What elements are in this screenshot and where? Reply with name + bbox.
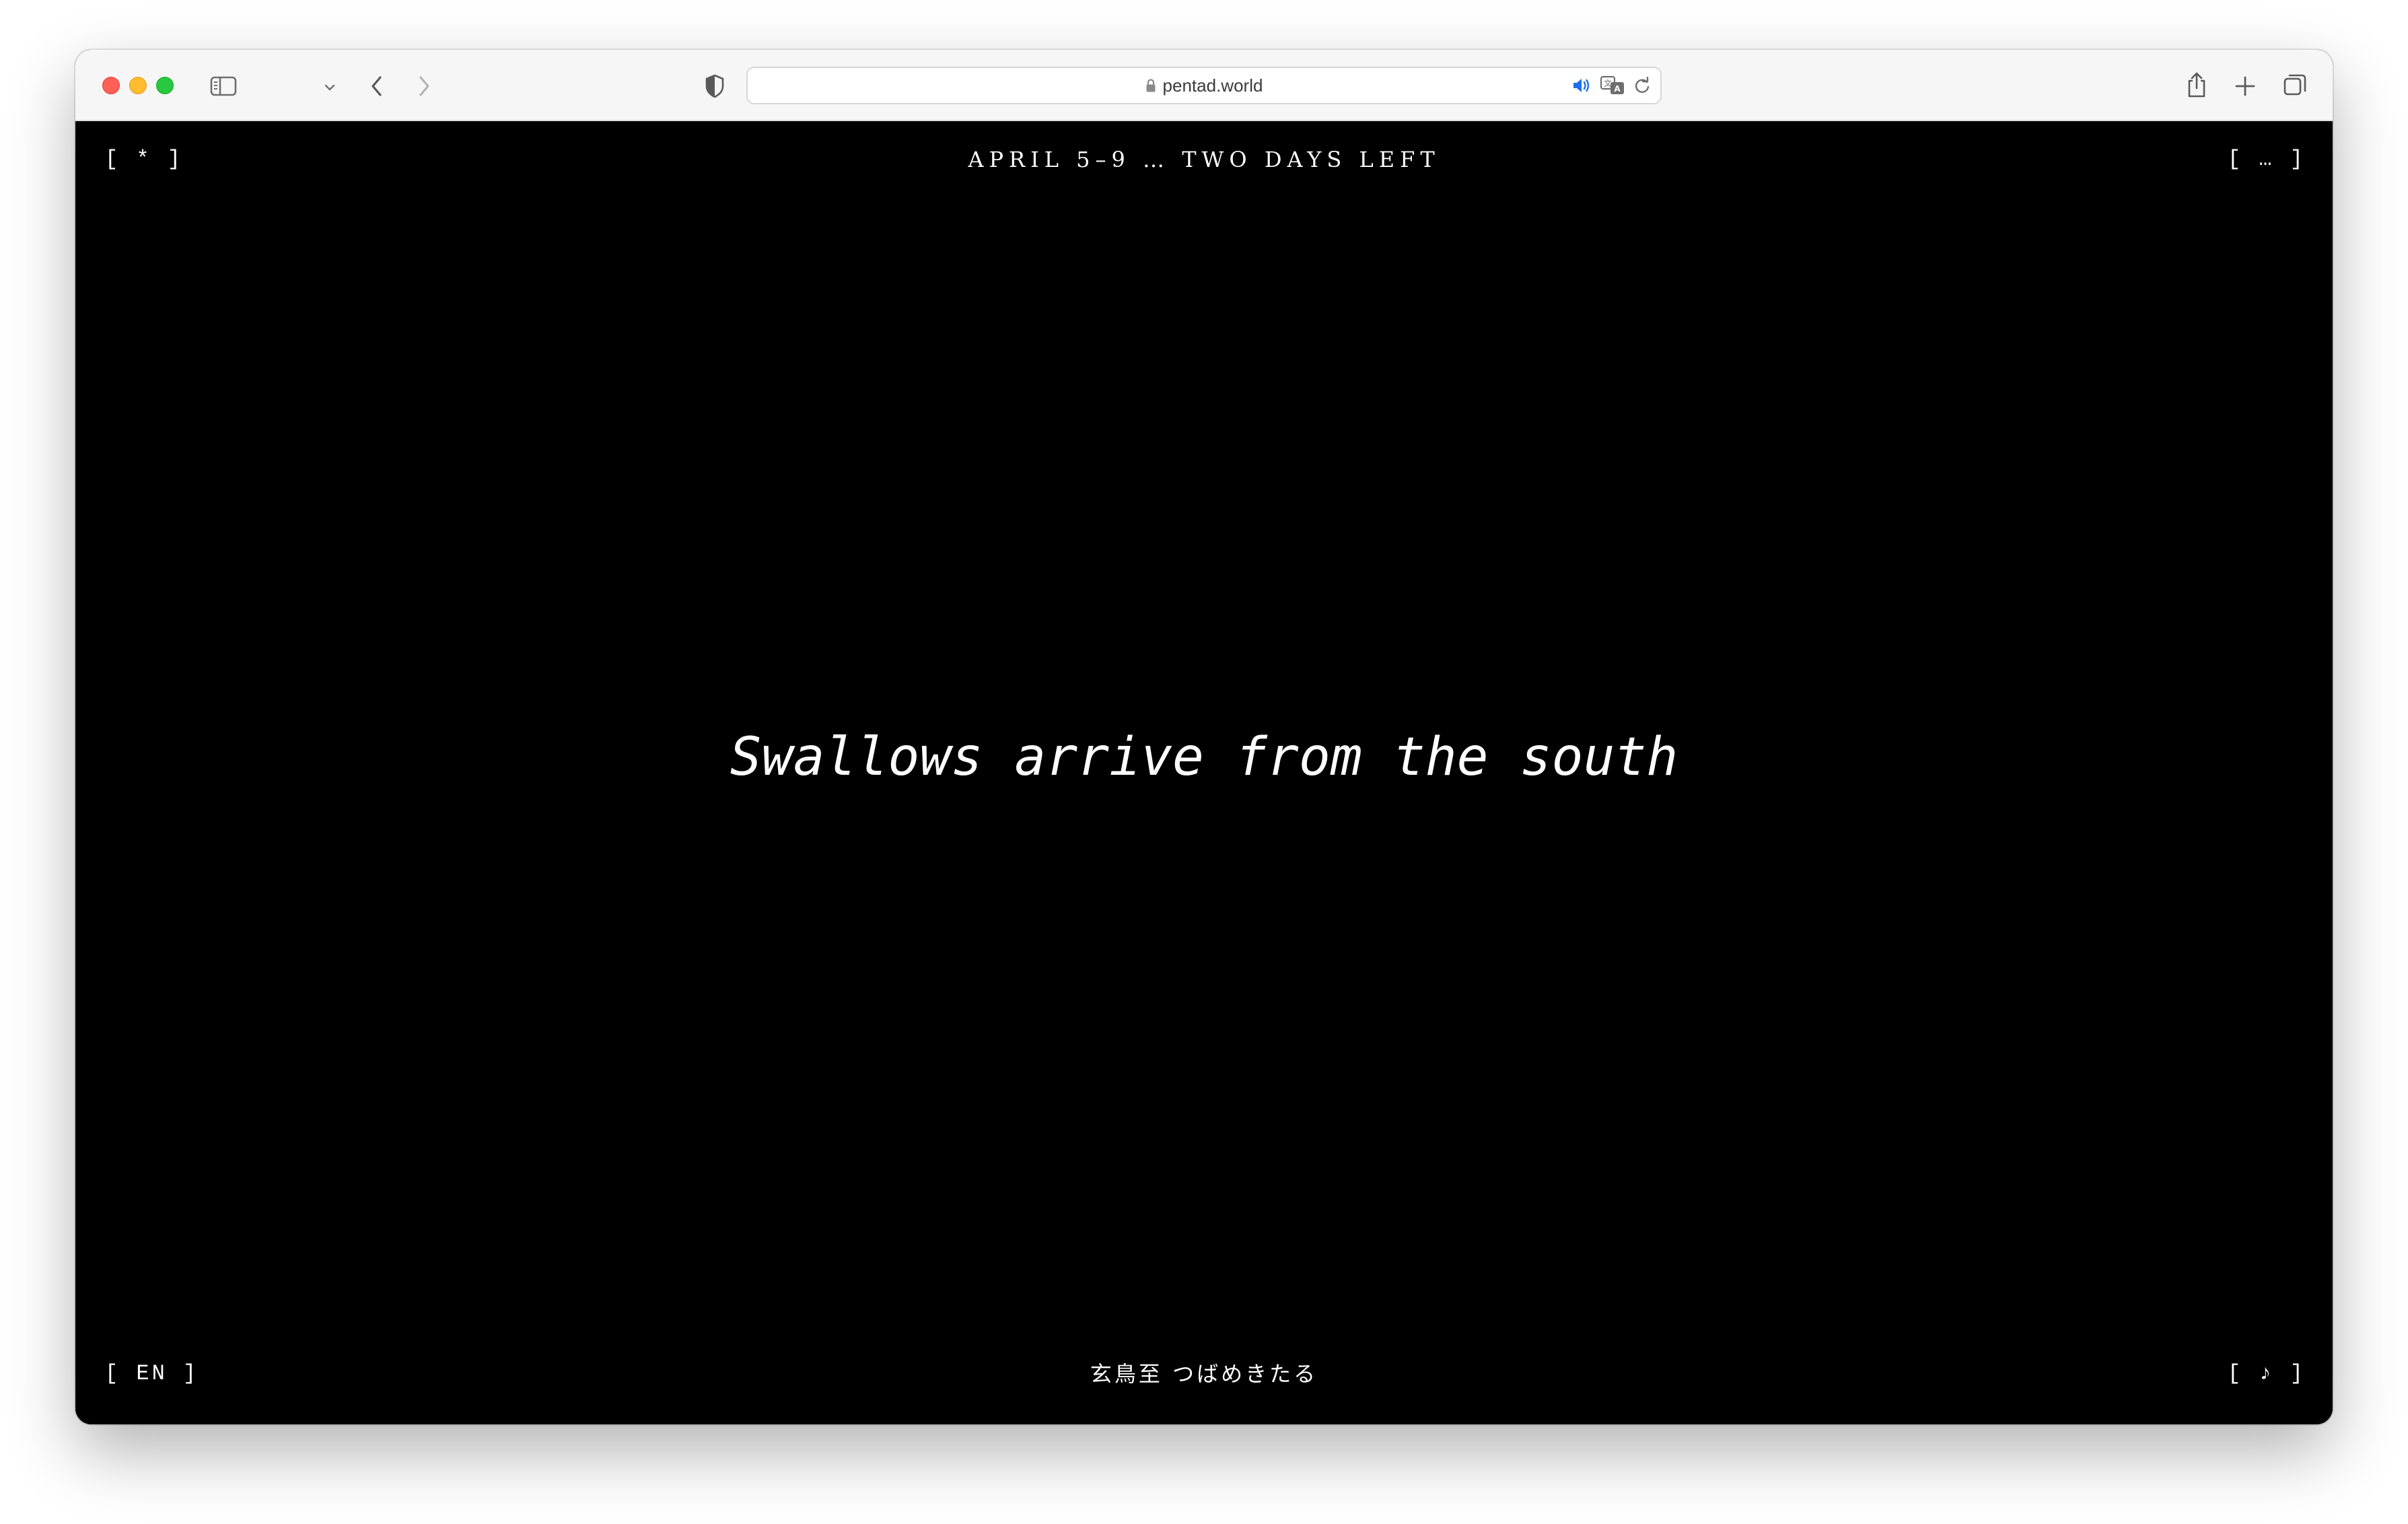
privacy-report-button[interactable]: [700, 70, 730, 102]
page-content: [ * ] APRIL 5–9 … TWO DAYS LEFT [ … ] Sw…: [75, 121, 2333, 1424]
plus-icon: [2235, 76, 2255, 96]
address-bar-actions: 文 A: [1571, 68, 1651, 103]
screen: pentad.world 文 A [*] APRIL 5–9 … TWO D…: [0, 0, 2408, 1524]
sidebar-menu-button[interactable]: [320, 78, 339, 97]
speaker-icon: [1573, 79, 1590, 92]
chevron-left-icon: [371, 76, 382, 96]
pentad-headline: Swallows arrive from the south: [730, 727, 1678, 788]
address-bar[interactable]: pentad.world 文 A: [746, 67, 1662, 104]
address-display: pentad.world: [748, 68, 1660, 103]
sidebar-toggle-button[interactable]: [207, 73, 240, 100]
chevron-down-icon: [324, 84, 335, 91]
shield-icon: [705, 74, 724, 98]
date-range-heading: APRIL 5–9 … TWO DAYS LEFT: [968, 147, 1440, 172]
tab-overview-button[interactable]: [2280, 70, 2310, 100]
share-button[interactable]: [2182, 69, 2211, 101]
lock-icon: [1146, 79, 1156, 92]
translate-button[interactable]: 文 A: [1600, 75, 1625, 96]
sidebar-icon: [210, 76, 237, 96]
audio-playing-button[interactable]: [1571, 77, 1592, 94]
reload-icon: [1635, 77, 1650, 93]
new-tab-button[interactable]: [2230, 71, 2260, 101]
reload-button[interactable]: [1633, 77, 1651, 94]
close-window-button[interactable]: [102, 77, 120, 94]
back-button[interactable]: [362, 71, 392, 101]
svg-text:A: A: [1614, 84, 1621, 94]
zoom-window-button[interactable]: [156, 77, 174, 94]
pentad-japanese-name: 玄鳥至 つばめきたる: [1090, 1361, 1318, 1387]
chevron-right-icon: [419, 76, 429, 96]
browser-toolbar: pentad.world 文 A: [75, 50, 2333, 121]
more-button[interactable]: [ … ]: [2228, 147, 2306, 172]
sound-toggle-button[interactable]: [ ♪ ]: [2228, 1361, 2306, 1386]
url-text: pentad.world: [1162, 75, 1263, 96]
browser-window: pentad.world 文 A [*] APRIL 5–9 … TWO D…: [75, 50, 2333, 1424]
minimize-window-button[interactable]: [129, 77, 147, 94]
tabs-overview-icon: [2283, 74, 2306, 96]
forward-button[interactable]: [409, 71, 439, 101]
translate-icon: 文 A: [1600, 75, 1624, 94]
share-icon: [2188, 72, 2205, 98]
